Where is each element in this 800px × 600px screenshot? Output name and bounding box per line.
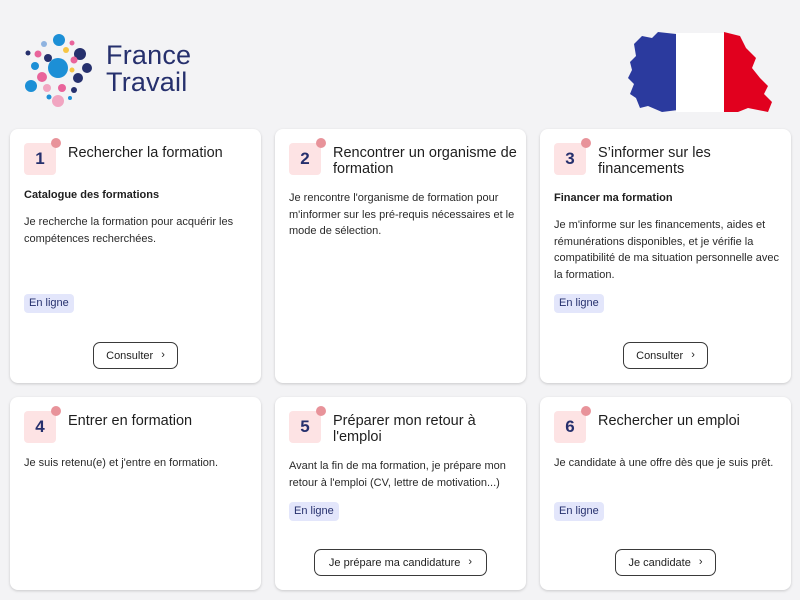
step-title: S’informer sur les financements xyxy=(598,145,711,177)
online-tag: En ligne xyxy=(24,294,74,313)
step-title: Entrer en formation xyxy=(68,413,193,429)
apply-button[interactable]: Je candidate › xyxy=(615,549,716,576)
step-description: Je m'informe sur les financements, aides… xyxy=(554,219,780,281)
step-description: Je recherche la formation pour acquérir … xyxy=(24,216,234,245)
button-label: Consulter xyxy=(636,349,684,362)
step-number-badge: 1 xyxy=(24,138,61,175)
brand-line-2: Travail xyxy=(106,67,188,97)
header: France Travail xyxy=(0,0,800,125)
chevron-right-icon: › xyxy=(468,556,473,568)
brand-name: France Travail xyxy=(106,42,191,96)
chevron-right-icon: › xyxy=(691,349,695,361)
step-description: Je candidate à une offre dès que je suis… xyxy=(554,457,774,469)
step-title: Préparer mon retour à l'emploi xyxy=(333,413,476,445)
online-tag: En ligne xyxy=(289,502,339,521)
step-description: Avant la fin de ma formation, je prépare… xyxy=(289,460,506,489)
step-card-1: 1 Rechercher la formation Catalogue des … xyxy=(10,129,261,383)
step-card-5: 5 Préparer mon retour à l'emploi Avant l… xyxy=(275,397,526,590)
prepare-application-button[interactable]: Je prépare ma candidature › xyxy=(314,549,487,576)
button-label: Je prépare ma candidature xyxy=(328,556,461,569)
online-tag: En ligne xyxy=(554,294,604,313)
step-number-badge: 6 xyxy=(554,406,591,443)
button-label: Consulter xyxy=(106,349,154,362)
chevron-right-icon: › xyxy=(161,349,165,361)
step-number-badge: 2 xyxy=(289,138,326,175)
consult-button[interactable]: Consulter › xyxy=(93,342,178,369)
step-number-badge: 5 xyxy=(289,406,326,443)
online-tag: En ligne xyxy=(554,502,604,521)
step-card-4: 4 Entrer en formation Je suis retenu(e) … xyxy=(10,397,261,590)
step-subtitle: Financer ma formation xyxy=(554,192,673,204)
step-number-badge: 3 xyxy=(554,138,591,175)
button-label: Je candidate xyxy=(628,556,691,569)
step-title: Rencontrer un organisme de formation xyxy=(333,145,517,177)
chevron-right-icon: › xyxy=(698,556,703,568)
france-travail-logo-icon[interactable] xyxy=(22,30,98,110)
french-flag-icon xyxy=(628,32,772,112)
step-title: Rechercher un emploi xyxy=(598,413,740,429)
step-subtitle: Catalogue des formations xyxy=(24,189,160,201)
step-description: Je suis retenu(e) et j'entre en formatio… xyxy=(24,457,219,469)
step-card-6: 6 Rechercher un emploi Je candidate à un… xyxy=(540,397,791,590)
brand-line-1: France xyxy=(106,40,192,70)
step-title: Rechercher la formation xyxy=(68,145,223,161)
step-description: Je rencontre l'organisme de formation po… xyxy=(289,192,515,237)
consult-button[interactable]: Consulter › xyxy=(623,342,708,369)
step-card-2: 2 Rencontrer un organisme de formation J… xyxy=(275,129,526,383)
step-card-3: 3 S’informer sur les financements Financ… xyxy=(540,129,791,383)
step-number-badge: 4 xyxy=(24,406,61,443)
